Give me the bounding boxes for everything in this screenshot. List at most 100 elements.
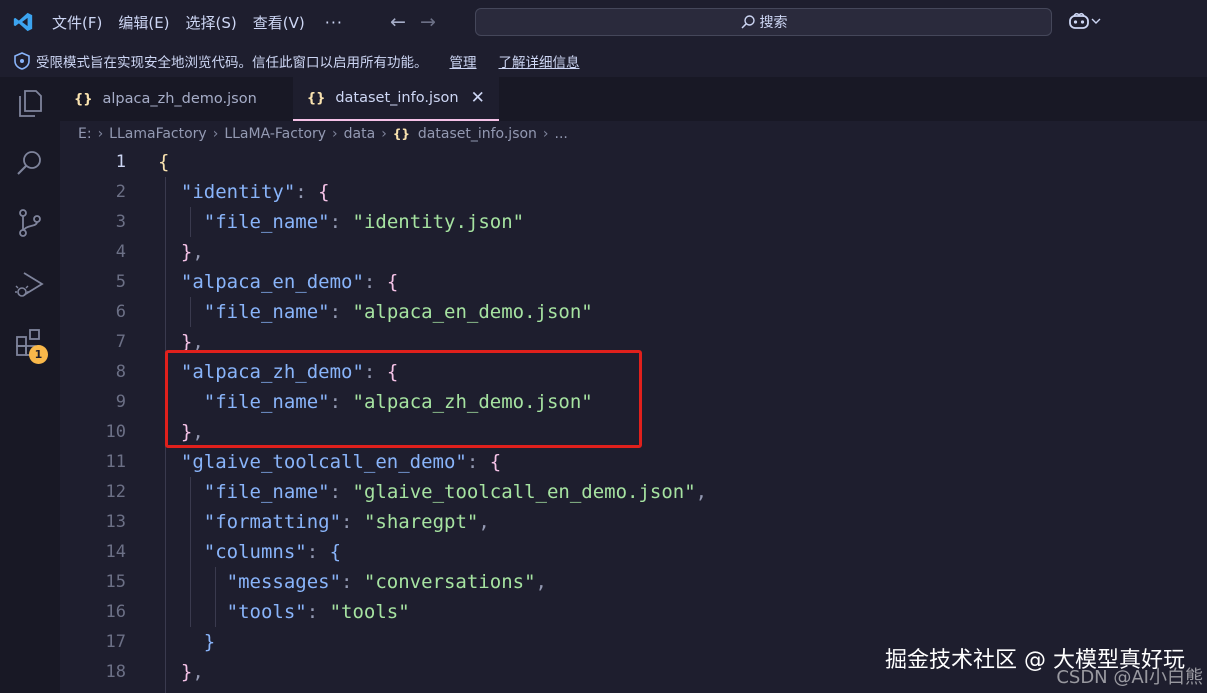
code-line: 19 "glaive_toolcall_zh_demo": { [60, 687, 1207, 693]
line-number: 14 [105, 542, 126, 562]
code-line: 13 "formatting": "sharegpt", [60, 507, 1207, 537]
menu-edit[interactable]: 编辑(E) [118, 12, 169, 33]
line-number: 12 [105, 482, 126, 502]
arrow-right-icon[interactable]: → [413, 11, 443, 33]
line-number: 9 [115, 392, 126, 412]
code-text: "alpaca_zh_demo": { [180, 361, 399, 383]
code-text: "tools": "tools" [226, 601, 410, 623]
code-line: 9 "file_name": "alpaca_zh_demo.json" [60, 387, 1207, 417]
copilot-button[interactable] [1068, 11, 1102, 31]
search-icon [740, 15, 755, 29]
line-number: 15 [105, 572, 126, 592]
line-number: 5 [115, 272, 126, 292]
json-file-icon: {} [74, 91, 93, 107]
code-text: "formatting": "sharegpt", [203, 511, 490, 533]
code-text: "identity": { [180, 181, 330, 203]
code-line: 16 "tools": "tools" [60, 597, 1207, 627]
shield-icon [14, 51, 30, 70]
code-line: 3 "file_name": "identity.json" [60, 207, 1207, 237]
manage-link[interactable]: 管理 [450, 51, 477, 71]
code-text: "glaive_toolcall_en_demo": { [180, 451, 502, 473]
code-line: 10 }, [60, 417, 1207, 447]
tab-label: alpaca_zh_demo.json [102, 91, 257, 107]
code-text: }, [180, 241, 204, 263]
search-icon[interactable] [14, 147, 46, 179]
restricted-mode-banner: 受限模式旨在实现安全地浏览代码。信任此窗口以启用所有功能。 管理 了解详细信息 [0, 44, 1207, 77]
line-number: 17 [105, 632, 126, 652]
chevron-right-icon: › [542, 126, 549, 142]
learn-more-link[interactable]: 了解详细信息 [499, 51, 580, 71]
line-number: 18 [105, 662, 126, 682]
breadcrumb: E: › LLamaFactory › LLaMA-Factory › data… [60, 121, 1207, 147]
code-line: 12 "file_name": "glaive_toolcall_en_demo… [60, 477, 1207, 507]
code-line: 1 { [60, 147, 1207, 177]
code-line: 14 "columns": { [60, 537, 1207, 567]
code-text: "columns": { [203, 541, 342, 563]
menu-file[interactable]: 文件(F) [52, 12, 102, 33]
banner-message: 受限模式旨在实现安全地浏览代码。信任此窗口以启用所有功能。 [36, 54, 428, 71]
breadcrumb-item[interactable]: E: [78, 126, 92, 142]
code-text: }, [180, 421, 204, 443]
menu-selection[interactable]: 选择(S) [186, 12, 237, 33]
code-text: "file_name": "identity.json" [203, 211, 525, 233]
close-icon[interactable]: ✕ [471, 88, 485, 108]
line-number: 16 [105, 602, 126, 622]
code-line: 5 "alpaca_en_demo": { [60, 267, 1207, 297]
chevron-right-icon: › [212, 126, 219, 142]
breadcrumb-item[interactable]: data [344, 126, 376, 142]
code-line: 11 "glaive_toolcall_en_demo": { [60, 447, 1207, 477]
line-number: 11 [105, 452, 126, 472]
code-text: "alpaca_en_demo": { [180, 271, 399, 293]
code-text: }, [180, 331, 204, 353]
line-number: 7 [115, 332, 126, 352]
line-number: 3 [115, 212, 126, 232]
search-placeholder: 搜索 [759, 15, 788, 31]
code-text: { [158, 151, 170, 173]
breadcrumb-item[interactable]: LLaMA-Factory [224, 126, 326, 142]
breadcrumb-file[interactable]: dataset_info.json [418, 126, 537, 142]
breadcrumb-tail[interactable]: ... [555, 126, 568, 142]
code-text: "file_name": "alpaca_zh_demo.json" [203, 391, 593, 413]
watermark-csdn: CSDN @AI小白熊 [1056, 667, 1203, 688]
line-number: 10 [105, 422, 126, 442]
editor-tabs: {} alpaca_zh_demo.json {} dataset_info.j… [60, 77, 1207, 121]
tab-dataset-info[interactable]: {} dataset_info.json ✕ [292, 77, 499, 121]
code-line: 15 "messages": "conversations", [60, 567, 1207, 597]
line-number: 8 [115, 362, 126, 382]
menu-more-button[interactable]: ··· [325, 13, 343, 32]
chevron-down-icon [1091, 18, 1101, 24]
run-debug-icon[interactable] [14, 269, 46, 301]
command-center-search[interactable]: 搜索 [475, 8, 1052, 36]
chevron-right-icon: › [332, 126, 338, 142]
code-text: "file_name": "alpaca_en_demo.json" [203, 301, 593, 323]
breadcrumb-item[interactable]: LLamaFactory [109, 126, 207, 142]
title-bar: 文件(F) 编辑(E) 选择(S) 查看(V) ··· ← → 搜索 [0, 0, 1207, 44]
code-text: } [203, 631, 216, 653]
vscode-logo-icon [13, 12, 33, 32]
source-control-icon[interactable] [14, 207, 46, 239]
code-line: 2 "identity": { [60, 177, 1207, 207]
code-line: 8 "alpaca_zh_demo": { [60, 357, 1207, 387]
code-text: }, [180, 661, 204, 683]
json-file-icon: {} [306, 90, 326, 106]
code-line: 4 }, [60, 237, 1207, 267]
code-text: "file_name": "glaive_toolcall_en_demo.js… [203, 481, 708, 503]
line-number: 4 [115, 242, 126, 262]
json-file-icon: {} [392, 127, 410, 141]
menu-view[interactable]: 查看(V) [253, 12, 305, 33]
line-number: 6 [115, 302, 126, 322]
code-editor[interactable]: 1 { 2 "identity": { 3 "file_name": "iden… [60, 147, 1207, 693]
code-line: 6 "file_name": "alpaca_en_demo.json" [60, 297, 1207, 327]
line-number: 1 [115, 152, 126, 172]
tab-label: dataset_info.json [335, 90, 459, 106]
copilot-icon [1069, 12, 1089, 29]
chevron-right-icon: › [381, 126, 387, 142]
explorer-icon[interactable] [14, 87, 46, 119]
line-number: 13 [105, 512, 126, 532]
tab-alpaca-zh-demo[interactable]: {} alpaca_zh_demo.json [60, 77, 271, 121]
code-text: "messages": "conversations", [226, 571, 547, 593]
activity-bar: 1 [0, 77, 60, 693]
arrow-left-icon[interactable]: ← [383, 11, 413, 33]
code-line: 7 }, [60, 327, 1207, 357]
extensions-badge: 1 [29, 345, 48, 364]
